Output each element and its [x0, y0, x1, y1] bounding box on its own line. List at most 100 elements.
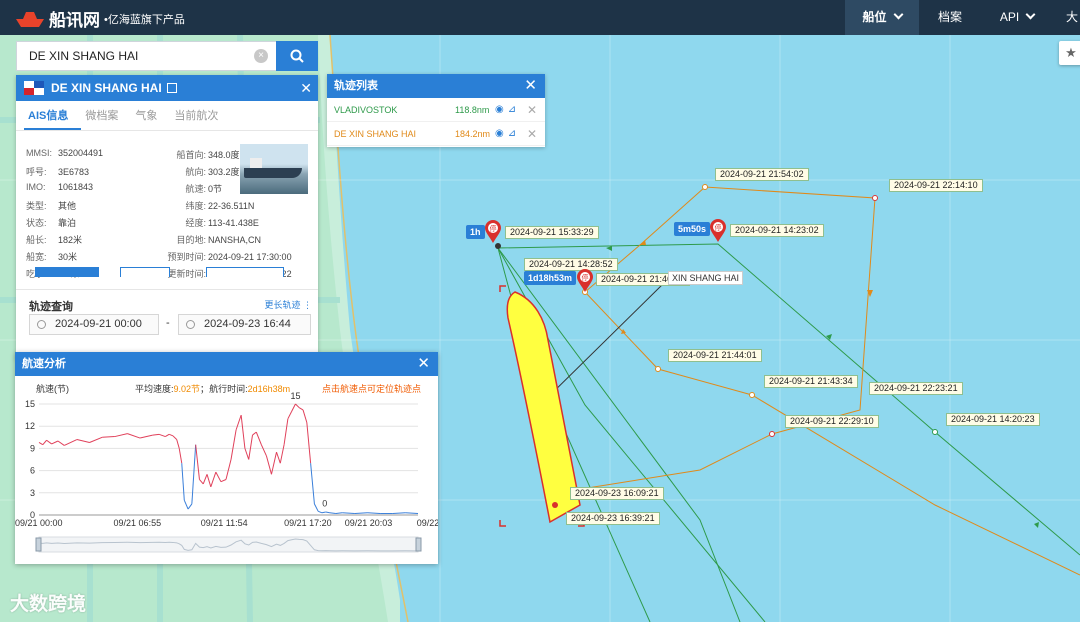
- speed-segment: [244, 448, 250, 460]
- query-button[interactable]: [35, 267, 99, 277]
- speed-chart[interactable]: 15 12 9 6 3 0 09/21 00:00 09/21 06:55 09/21 11:5…: [15, 376, 438, 564]
- speed-segment: [302, 409, 308, 423]
- speed-segment: [235, 414, 242, 431]
- speed-segment: [325, 511, 330, 514]
- ship-name-label[interactable]: XIN SHANG HAI: [668, 271, 744, 285]
- pin-label: 停: [715, 223, 722, 232]
- ship-info-panel: DE XIN SHANG HAI ✕ AIS信息 微档案 气象 当前航次 MMS…: [16, 75, 318, 360]
- remove-track-button[interactable]: ✕: [527, 122, 537, 146]
- stop-duration-badge[interactable]: 5m50s: [674, 222, 711, 236]
- stats-separator: ；: [200, 384, 210, 394]
- field-label: 呼号:: [26, 167, 47, 177]
- track-point-label[interactable]: 2024-09-21 14:20:23: [946, 413, 1040, 426]
- speed-segment: [199, 479, 204, 485]
- export-button[interactable]: [120, 267, 170, 277]
- track-point-label[interactable]: 2024-09-21 14:28:52: [524, 258, 618, 271]
- close-track-list-button[interactable]: ✕: [524, 74, 537, 98]
- stop-duration-badge[interactable]: 1h: [466, 225, 485, 239]
- ais-field: MMSI: 352004491: [26, 148, 103, 158]
- ais-field: 航向: 303.2度: [164, 165, 239, 178]
- track-point-label[interactable]: 2024-09-21 21:43:34: [764, 375, 858, 388]
- speed-segment: [306, 422, 312, 464]
- speed-segment: [178, 448, 183, 464]
- field-value: 182米: [58, 235, 83, 245]
- nav-api[interactable]: API: [982, 0, 1052, 35]
- track-point-label[interactable]: 2024-09-21 14:23:02: [730, 224, 824, 237]
- track-list-item[interactable]: DE XIN SHANG HAI 184.2nm ◉⊿ ✕: [327, 122, 545, 146]
- track-point-label[interactable]: 2024-09-21 21:44:01: [668, 349, 762, 362]
- nav-label: 档案: [937, 10, 962, 24]
- clear-search-icon[interactable]: ×: [254, 49, 268, 63]
- speed-segment: [298, 407, 304, 411]
- field-label: 船首向:: [176, 150, 206, 160]
- logo[interactable]: 船讯网 •亿海蓝旗下产品: [14, 6, 185, 31]
- tab-micro-archive[interactable]: 微档案: [81, 101, 131, 130]
- ais-field: 船首向: 348.0度: [164, 148, 239, 161]
- track-list-panel: 轨迹列表 ✕ VLADIVOSTOK 118.8nm ◉⊿ ✕ DE XIN S…: [327, 74, 545, 147]
- ship-name: DE XIN SHANG HAI: [51, 81, 162, 95]
- field-label: 更新时间:: [167, 269, 206, 279]
- eye-icon[interactable]: ◉: [495, 128, 508, 139]
- avg-speed-label: 平均速度:: [135, 384, 174, 394]
- top-nav-bar: 船讯网 •亿海蓝旗下产品 船位 档案 API 大: [0, 0, 1080, 35]
- end-date-input[interactable]: 2024-09-23 16:44: [178, 314, 311, 335]
- field-value: 30米: [58, 252, 78, 262]
- speed-segment: [114, 433, 128, 438]
- track-point-label[interactable]: 2024-09-21 22:29:10: [785, 415, 879, 428]
- clock-icon: [37, 320, 46, 329]
- track-point-label[interactable]: 2024-09-21 15:33:29: [505, 226, 599, 239]
- ais-field: 呼号: 3E6783: [26, 165, 89, 178]
- start-date-input[interactable]: 2024-09-21 00:00: [29, 314, 159, 335]
- chart-icon[interactable]: ⊿: [508, 104, 520, 115]
- ship-photo[interactable]: [240, 144, 308, 194]
- speed-segment: [102, 436, 115, 438]
- y-tick-label: 6: [30, 466, 35, 476]
- speed-segment: [57, 440, 65, 446]
- eye-icon[interactable]: ◉: [495, 104, 508, 115]
- speed-segment: [405, 512, 419, 515]
- search-button[interactable]: [276, 41, 318, 71]
- nav-ship-position[interactable]: 船位: [845, 0, 919, 35]
- track-list-item[interactable]: VLADIVOSTOK 118.8nm ◉⊿ ✕: [327, 98, 545, 122]
- edit-icon[interactable]: [166, 83, 177, 93]
- track-list-title: 轨迹列表: [334, 80, 378, 92]
- field-value: 2024-09-21 17:30:00: [208, 252, 292, 262]
- cancel-button[interactable]: [206, 267, 284, 277]
- favorite-star-icon[interactable]: ★: [1059, 41, 1080, 65]
- tab-weather[interactable]: 气象: [131, 101, 170, 130]
- speed-segment: [335, 512, 343, 515]
- chart-icon[interactable]: ⊿: [508, 128, 520, 139]
- field-label: IMO:: [26, 182, 46, 192]
- track-point-label[interactable]: 2024-09-21 21:54:02: [715, 168, 809, 181]
- y-tick-label: 9: [30, 443, 35, 453]
- tab-current-voyage[interactable]: 当前航次: [170, 101, 231, 130]
- stop-pin-icon[interactable]: 停: [485, 220, 501, 247]
- speed-segment: [191, 444, 197, 504]
- track-point-label[interactable]: 2024-09-23 16:39:21: [566, 512, 660, 525]
- nav-archive[interactable]: 档案: [920, 0, 980, 35]
- speed-segment: [313, 503, 319, 512]
- stop-pin-icon[interactable]: 停: [577, 269, 593, 296]
- speed-segment: [64, 439, 78, 446]
- tab-ais-info[interactable]: AIS信息: [24, 101, 82, 130]
- range-navigator: [38, 536, 419, 553]
- speed-segment: [46, 439, 52, 445]
- track-point-label[interactable]: 2024-09-23 16:09:21: [570, 487, 664, 500]
- ship-search: ×: [16, 41, 318, 71]
- search-input[interactable]: [16, 41, 276, 71]
- nav-more[interactable]: 大: [1066, 0, 1080, 35]
- remove-track-button[interactable]: ✕: [527, 98, 537, 122]
- close-ship-panel-button[interactable]: ✕: [300, 80, 312, 97]
- stop-duration-badge[interactable]: 1d18h53m: [524, 271, 577, 285]
- speed-segment: [318, 510, 323, 514]
- track-point-label[interactable]: 2024-09-21 22:23:21: [869, 382, 963, 395]
- field-value: NANSHA,CN: [208, 235, 262, 245]
- field-value: 其他: [58, 201, 77, 211]
- close-speed-panel-button[interactable]: ✕: [417, 352, 430, 376]
- track-point-label[interactable]: 2024-09-21 22:14:10: [889, 179, 983, 192]
- x-tick-label: 09/21 11:54: [201, 518, 248, 528]
- speed-segment: [260, 444, 267, 457]
- stop-pin-icon[interactable]: 停: [710, 219, 726, 246]
- x-tick-label: 09/21 06:55: [114, 518, 162, 528]
- longer-track-link[interactable]: 更长轨迹 ⋮: [264, 298, 312, 311]
